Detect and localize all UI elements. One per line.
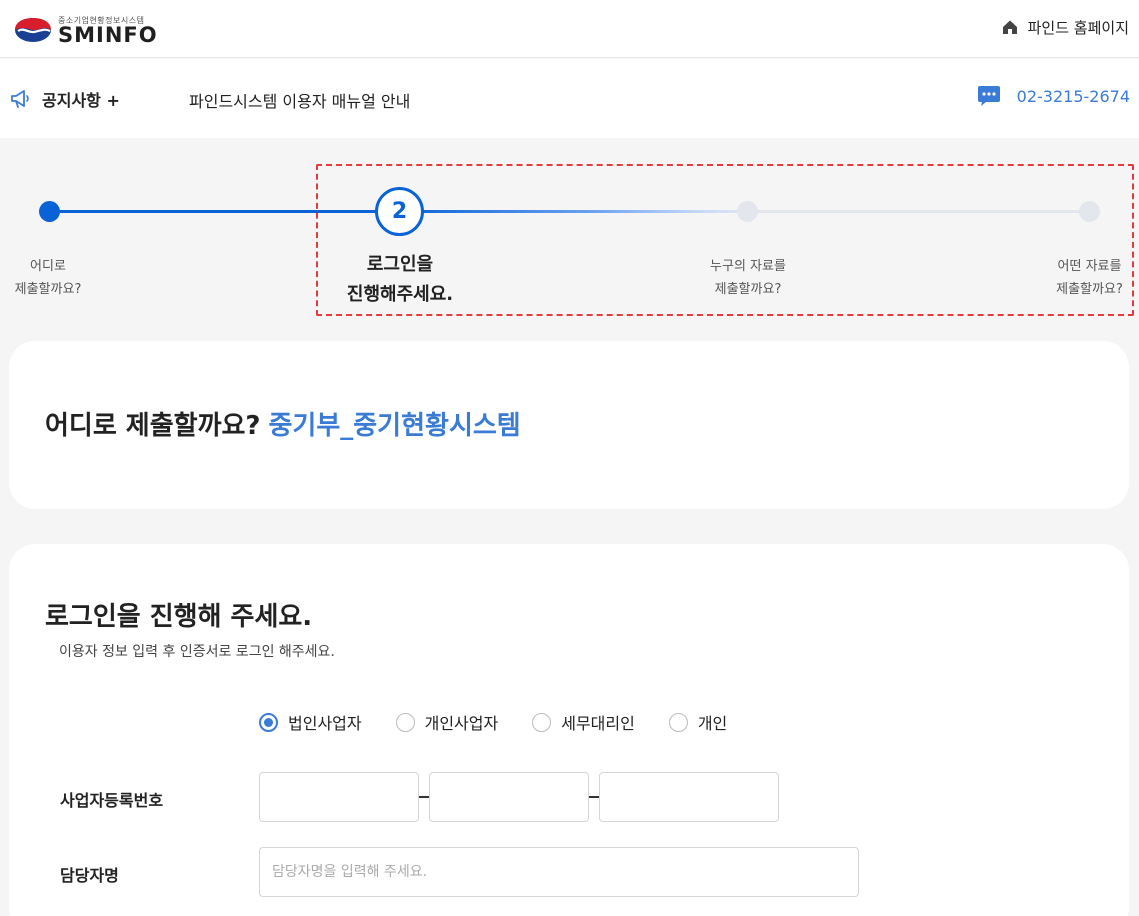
chat-bubble-icon <box>977 86 1000 106</box>
logo-text: SMINFO <box>58 23 158 47</box>
radio-corporate[interactable]: 법인사업자 <box>259 710 362 734</box>
brn-label: 사업자등록번호 <box>60 791 164 810</box>
radio-individual-business-label: 개인사업자 <box>424 714 499 733</box>
destination-title: 어디로 제출할까요? 중기부_중기현황시스템 <box>45 405 521 442</box>
brn-input-part2[interactable] <box>429 772 589 822</box>
step-1-label: 어디로 제출할까요? <box>0 255 96 301</box>
step-1-dot <box>39 201 60 222</box>
radio-individual[interactable]: 개인 <box>668 710 728 734</box>
radio-tax-agent-label: 세무대리인 <box>561 714 635 733</box>
radio-individual-business[interactable]: 개인사업자 <box>395 710 499 734</box>
manager-name-label: 담당자명 <box>60 866 119 885</box>
radio-tax-agent[interactable]: 세무대리인 <box>532 710 635 734</box>
notice-bar: 공지사항 + 파인드시스템 이용자 매뉴얼 안내 02-3215-2674 <box>0 59 1139 138</box>
step-1-label-line1: 어디로 <box>30 259 66 274</box>
destination-value: 중기부_중기현황시스템 <box>268 411 521 441</box>
brn-separator <box>419 796 429 798</box>
home-link-label: 파인드 홈페이지 <box>1027 18 1129 37</box>
taegeuk-emblem-icon <box>15 18 51 42</box>
megaphone-icon <box>11 90 29 108</box>
manager-name-input[interactable] <box>259 847 859 897</box>
find-home-link[interactable]: 파인드 홈페이지 <box>1002 16 1129 38</box>
radio-tax-agent-circle[interactable] <box>532 712 552 732</box>
notice-item-link[interactable]: 파인드시스템 이용자 매뉴얼 안내 <box>189 88 410 112</box>
radio-corporate-label: 법인사업자 <box>288 714 362 733</box>
brn-input-part1[interactable] <box>259 772 419 822</box>
radio-corporate-circle[interactable] <box>259 712 278 732</box>
sminfo-logo[interactable]: 중소기업현황정보시스템 SMINFO <box>14 14 164 47</box>
radio-individual-business-circle[interactable] <box>395 712 415 732</box>
radio-individual-circle[interactable] <box>668 712 688 732</box>
login-subtitle: 이용자 정보 입력 후 인증서로 로그인 해주세요. <box>59 644 335 660</box>
home-icon <box>1002 20 1017 34</box>
notice-label: 공지사항 + <box>42 91 120 110</box>
destination-card: 어디로 제출할까요? 중기부_중기현황시스템 <box>9 341 1129 509</box>
radio-individual-label: 개인 <box>697 714 728 733</box>
top-bar: 중소기업현황정보시스템 SMINFO 파인드 홈페이지 <box>0 0 1139 58</box>
destination-question: 어디로 제출할까요? <box>45 411 261 441</box>
login-card: 로그인을 진행해 주세요. 이용자 정보 입력 후 인증서로 로그인 해주세요.… <box>9 544 1129 916</box>
brn-input-part3[interactable] <box>599 772 779 822</box>
step-1-label-line2: 제출할까요? <box>14 282 82 297</box>
phone-number: 02-3215-2674 <box>1016 86 1130 106</box>
login-title: 로그인을 진행해 주세요. <box>45 602 313 632</box>
brn-separator <box>589 796 599 798</box>
notice-more-link[interactable]: 공지사항 + <box>10 87 120 111</box>
highlight-box <box>316 164 1134 316</box>
phone-contact[interactable]: 02-3215-2674 <box>977 85 1130 107</box>
user-type-radio-group: 법인사업자 개인사업자 세무대리인 개인 <box>259 710 727 734</box>
